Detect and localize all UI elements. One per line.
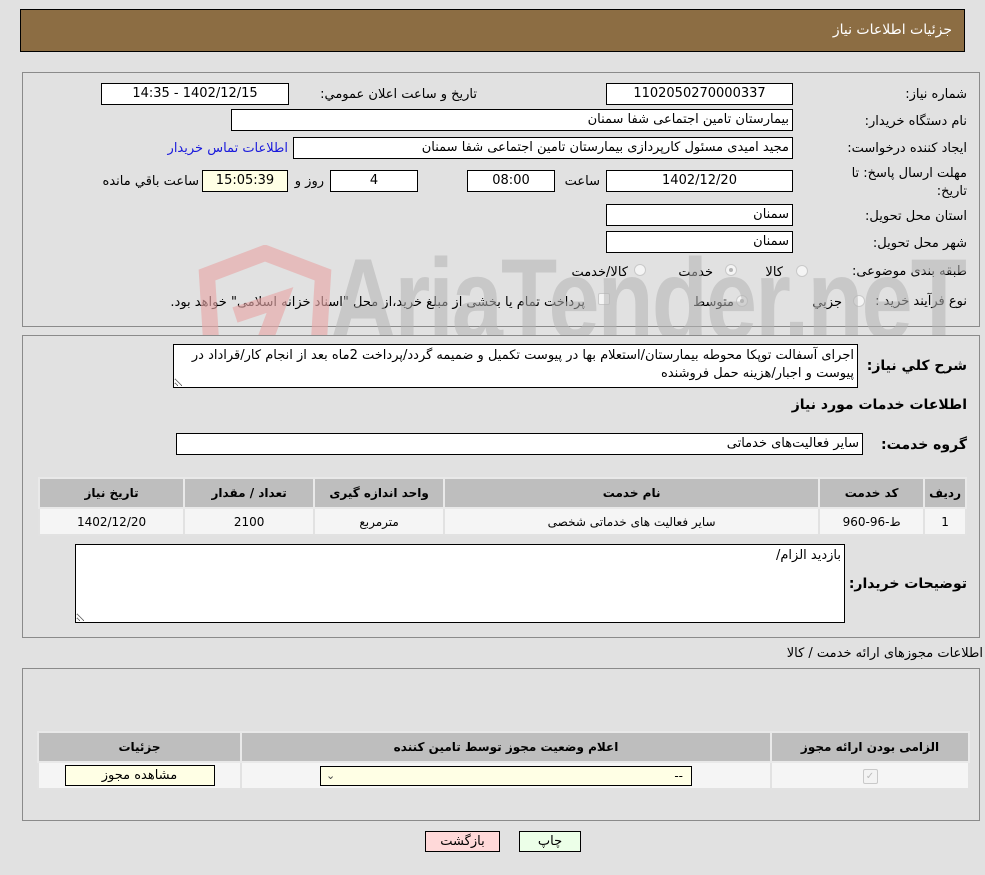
cell-quantity: 2100 xyxy=(183,507,316,536)
table-row: 1 ط-96-960 سایر فعالیت های خدماتی شخصی م… xyxy=(37,507,967,536)
treasury-checkbox[interactable] xyxy=(598,293,610,305)
permits-section-title: اطلاعات مجوزهای ارائه خدمت / کالا xyxy=(786,646,983,661)
province-label: استان محل تحویل: xyxy=(865,209,967,224)
cell-need-date: 1402/12/20 xyxy=(37,507,186,536)
deadline-time-label: ساعت xyxy=(564,174,600,189)
category-radio-goods-service[interactable] xyxy=(634,264,646,276)
services-table-header: ردیف کد خدمت نام خدمت واحد اندازه گیری ت… xyxy=(37,477,967,509)
chevron-down-icon: ⌄ xyxy=(326,768,336,782)
col-unit: واحد اندازه گیری xyxy=(313,477,446,509)
city-field: سمنان xyxy=(606,231,793,253)
col-row: ردیف xyxy=(923,477,967,509)
description-textarea[interactable] xyxy=(173,344,858,388)
category-radio-goods[interactable] xyxy=(796,265,808,277)
cell-row: 1 xyxy=(923,507,967,536)
remaining-time-field: 15:05:39 xyxy=(202,170,288,192)
buyer-contact-link[interactable]: اطلاعات تماس خریدار xyxy=(168,141,288,156)
col-permit-details: جزئیات xyxy=(37,731,242,763)
permit-required-checkbox: ✓ xyxy=(862,768,878,784)
page-header: جزئیات اطلاعات نیاز xyxy=(20,9,965,52)
days-remaining-field: 4 xyxy=(330,170,418,192)
process-option-medium: متوسط xyxy=(693,295,734,310)
deadline-label: مهلت ارسال پاسخ: تا تاریخ: xyxy=(852,165,967,201)
announce-date-field: 1402/12/15 - 14:35 xyxy=(101,83,289,105)
buyer-notes-textarea[interactable] xyxy=(75,544,845,623)
service-group-field: سایر فعالیت‌های خدماتی xyxy=(176,433,863,455)
city-label: شهر محل تحویل: xyxy=(872,236,967,251)
process-option-minor: جزيي xyxy=(812,295,842,310)
service-group-label: گروه خدمت: xyxy=(881,437,967,453)
services-table: ردیف کد خدمت نام خدمت واحد اندازه گیری ت… xyxy=(37,477,967,536)
buyer-notes-label: توضیحات خریدار: xyxy=(848,576,967,592)
col-service-name: نام خدمت xyxy=(443,477,821,509)
category-option-goods: کالا xyxy=(765,265,783,280)
process-radio-minor[interactable] xyxy=(853,295,865,307)
cell-permit-required: ✓ xyxy=(770,761,970,790)
page-title: جزئیات اطلاعات نیاز xyxy=(832,22,952,38)
cell-service-code: ط-96-960 xyxy=(818,507,926,536)
permits-table-header: الزامی بودن ارائه مجوز اعلام وضعیت مجوز … xyxy=(37,731,970,763)
services-section-title: اطلاعات خدمات مورد نیاز xyxy=(791,397,967,413)
creator-label: ایجاد کننده درخواست: xyxy=(847,141,967,156)
category-radio-service[interactable] xyxy=(725,264,737,276)
cell-unit: مترمربع xyxy=(313,507,446,536)
announce-date-label: تاریخ و ساعت اعلان عمومي: xyxy=(320,87,477,102)
permits-table: الزامی بودن ارائه مجوز اعلام وضعیت مجوز … xyxy=(37,731,970,790)
col-permit-status: اعلام وضعیت مجوز توسط تامین کننده xyxy=(240,731,772,763)
buyer-org-field: بیمارستان تامین اجتماعی شفا سمنان xyxy=(231,109,793,131)
description-label: شرح کلي نیاز: xyxy=(866,358,967,374)
treasury-note: پرداخت تمام یا بخشی از مبلغ خرید،از محل … xyxy=(170,295,585,310)
deadline-label-line1: مهلت ارسال پاسخ: تا xyxy=(851,166,967,181)
deadline-label-line2: تاریخ: xyxy=(936,184,967,199)
buyer-org-label: نام دستگاه خریدار: xyxy=(864,114,967,129)
need-number-field: 1102050270000337 xyxy=(606,83,793,105)
cell-permit-details: مشاهده مجوز xyxy=(37,761,242,790)
print-button[interactable]: چاپ xyxy=(519,831,581,852)
category-label: طبقه بندی موضوعی: xyxy=(851,264,967,279)
deadline-time-field: 08:00 xyxy=(467,170,555,192)
permit-status-value: -- xyxy=(674,768,683,783)
col-need-date: تاریخ نیاز xyxy=(37,477,186,509)
deadline-date-field: 1402/12/20 xyxy=(606,170,793,192)
permit-status-select[interactable]: -- ⌄ xyxy=(320,765,692,786)
days-label: روز و xyxy=(294,174,324,189)
creator-field: مجید امیدی مسئول کارپردازی بیمارستان تام… xyxy=(293,137,793,159)
cell-service-name: سایر فعالیت های خدماتی شخصی xyxy=(443,507,821,536)
col-quantity: تعداد / مقدار xyxy=(183,477,316,509)
province-field: سمنان xyxy=(606,204,793,226)
process-radio-medium[interactable] xyxy=(736,295,748,307)
col-permit-required: الزامی بودن ارائه مجوز xyxy=(770,731,970,763)
category-option-service: خدمت xyxy=(678,265,713,280)
remaining-time-label: ساعت باقي مانده xyxy=(102,174,199,189)
cell-permit-status: -- ⌄ xyxy=(240,761,772,790)
back-button[interactable]: بازگشت xyxy=(425,831,500,852)
table-row: ✓ -- ⌄ مشاهده مجوز xyxy=(37,761,970,790)
view-permit-button[interactable]: مشاهده مجوز xyxy=(64,765,215,786)
category-option-goods-service: کالا/خدمت xyxy=(571,265,628,280)
need-number-label: شماره نیاز: xyxy=(905,87,967,102)
purchase-process-label: نوع فرآیند خرید : xyxy=(875,294,967,309)
col-service-code: کد خدمت xyxy=(818,477,926,509)
